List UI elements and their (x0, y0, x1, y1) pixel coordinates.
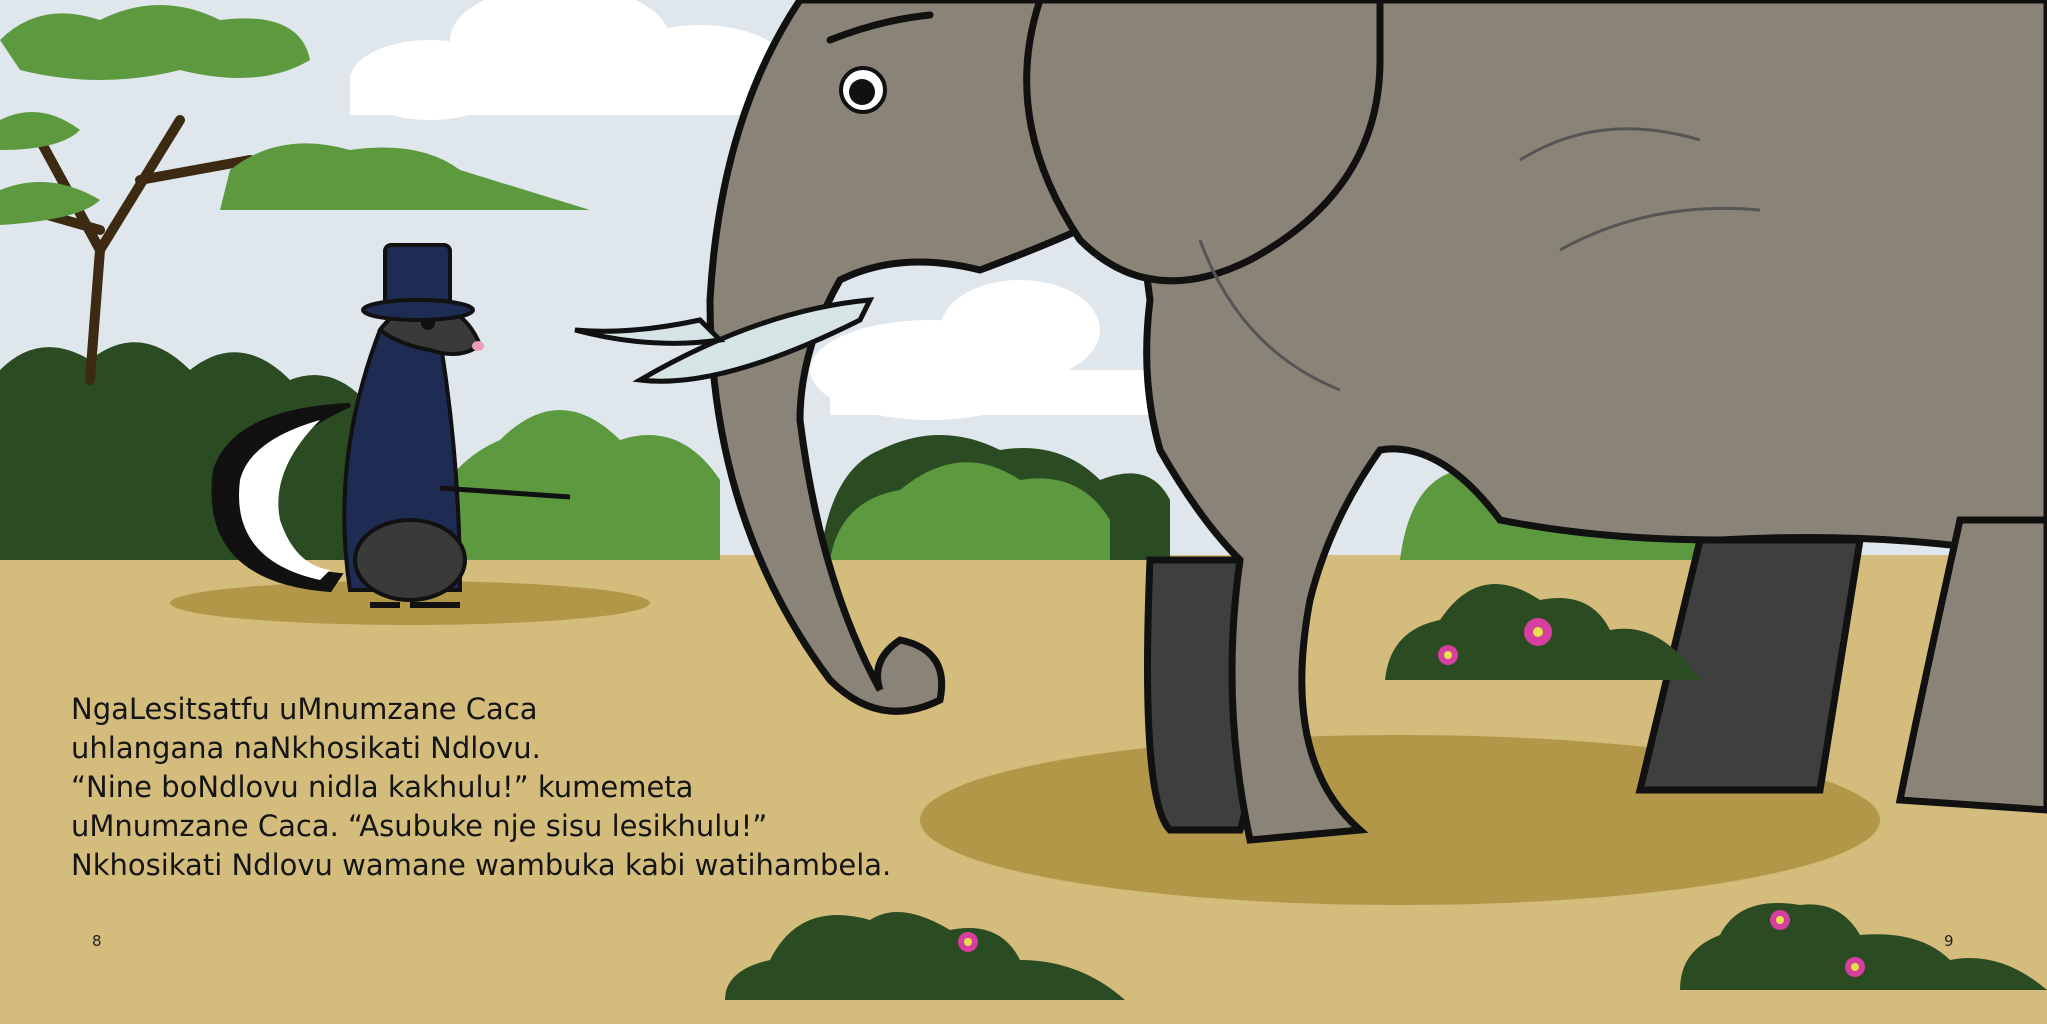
page-number-left: 8 (92, 932, 102, 950)
story-line: Nkhosikati Ndlovu wamane wambuka kabi wa… (71, 848, 892, 882)
story-line: uMnumzane Caca. “Asubuke nje sisu lesikh… (71, 809, 768, 843)
story-line: NgaLesitsatfu uMnumzane Caca (71, 692, 538, 726)
page-number-right: 9 (1944, 932, 1954, 950)
story-text: NgaLesitsatfu uMnumzane Caca uhlangana n… (71, 690, 1001, 885)
story-line: “Nine boNdlovu nidla kakhulu!” kumemeta (71, 770, 694, 804)
story-line: uhlangana naNkhosikati Ndlovu. (71, 731, 541, 765)
book-spread: NgaLesitsatfu uMnumzane Caca uhlangana n… (0, 0, 2047, 1024)
